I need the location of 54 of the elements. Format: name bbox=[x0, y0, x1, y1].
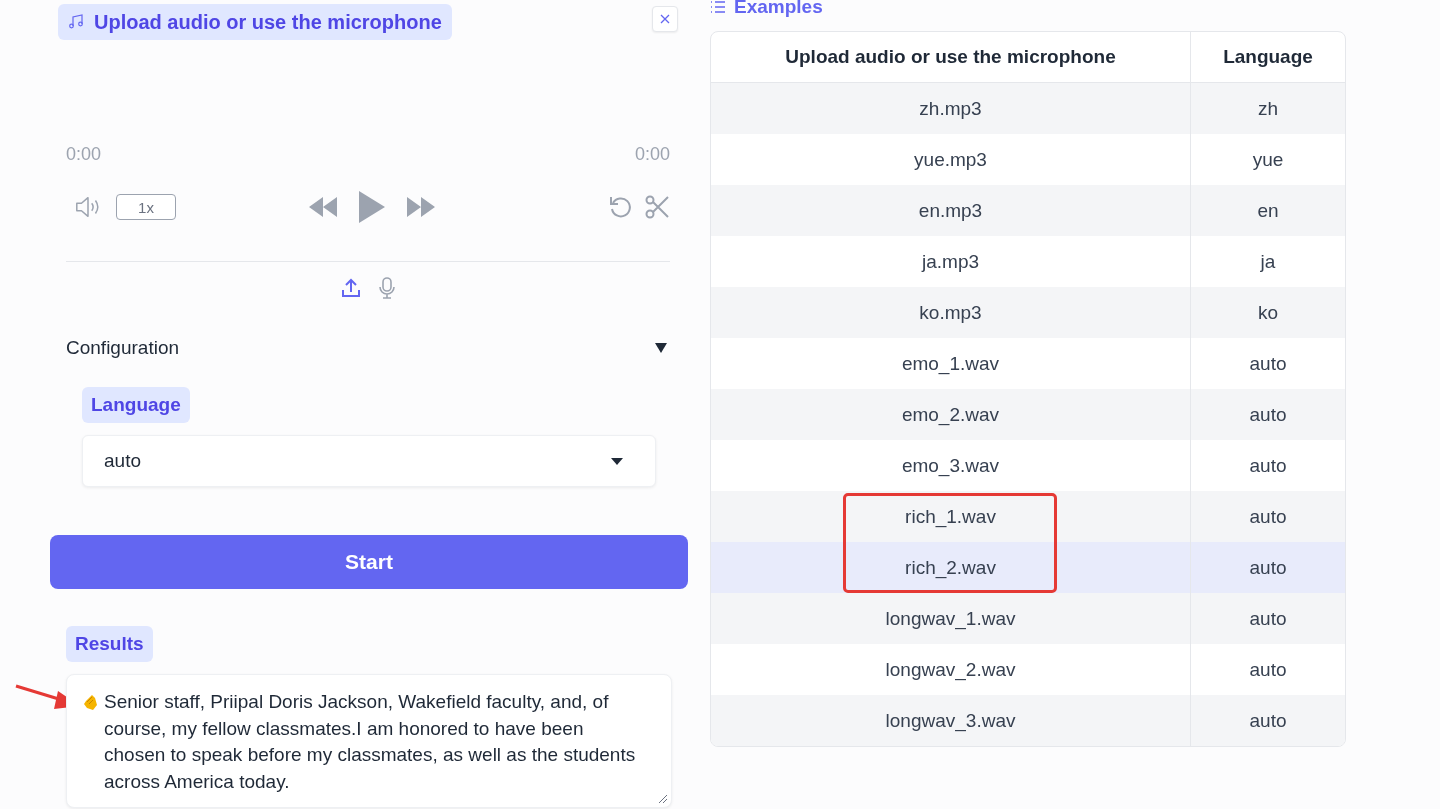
list-icon bbox=[710, 0, 726, 14]
example-row[interactable]: ko.mp3 ko bbox=[711, 287, 1345, 338]
example-row[interactable]: rich_2.wav auto bbox=[711, 542, 1345, 593]
examples-title: Examples bbox=[734, 0, 823, 18]
total-time: 0:00 bbox=[634, 144, 670, 165]
table-cell: emo_2.wav bbox=[711, 389, 1191, 440]
table-cell-text: ko bbox=[1256, 300, 1280, 325]
example-row[interactable]: longwav_3.wav auto bbox=[711, 695, 1345, 746]
table-cell-text: auto bbox=[1248, 453, 1288, 478]
example-row[interactable]: longwav_1.wav auto bbox=[711, 593, 1345, 644]
table-cell-text: auto bbox=[1248, 708, 1288, 733]
table-cell-text: zh bbox=[1256, 96, 1280, 121]
table-cell-text: yue bbox=[1251, 147, 1285, 172]
audio-label-text: Upload audio or use the microphone bbox=[94, 10, 442, 34]
undo-icon[interactable] bbox=[608, 194, 634, 220]
language-dropdown[interactable]: auto bbox=[82, 435, 656, 487]
example-row[interactable]: en.mp3 en bbox=[711, 185, 1345, 236]
current-time: 0:00 bbox=[66, 144, 102, 165]
table-cell: zh.mp3 bbox=[711, 83, 1191, 134]
example-row[interactable]: zh.mp3 zh bbox=[711, 83, 1345, 134]
microphone-icon[interactable] bbox=[376, 277, 398, 299]
table-cell: longwav_3.wav bbox=[711, 695, 1191, 746]
table-cell: ko.mp3 bbox=[711, 287, 1191, 338]
table-cell-text: auto bbox=[1248, 606, 1288, 631]
table-cell-text: auto bbox=[1248, 351, 1288, 376]
upload-icon[interactable] bbox=[340, 277, 362, 299]
dropdown-caret-icon bbox=[611, 457, 623, 465]
resize-handle-icon[interactable] bbox=[658, 794, 668, 804]
table-cell-text: auto bbox=[1248, 504, 1288, 529]
close-icon bbox=[659, 13, 671, 25]
table-cell-text: auto bbox=[1248, 555, 1288, 580]
fast-forward-icon[interactable] bbox=[406, 196, 436, 218]
example-row[interactable]: rich_1.wav auto bbox=[711, 491, 1345, 542]
rewind-icon[interactable] bbox=[308, 196, 338, 218]
table-cell-text: auto bbox=[1248, 657, 1288, 682]
language-label: Language bbox=[82, 387, 190, 423]
table-cell: en.mp3 bbox=[711, 185, 1191, 236]
playback-speed-button[interactable]: 1x bbox=[116, 194, 176, 220]
results-textbox[interactable] bbox=[66, 674, 672, 808]
play-icon[interactable] bbox=[358, 190, 386, 224]
table-cell: longwav_1.wav bbox=[711, 593, 1191, 644]
table-cell-text: en bbox=[1256, 198, 1280, 223]
results-label: Results bbox=[66, 626, 153, 662]
results-text: Senior staff, Priipal Doris Jackson, Wakefield faculty, and, of course, my fellow classmates.I am honored to have been chosen to speak before my classmates, as well as the students across America today. bbox=[104, 690, 637, 794]
scissors-icon[interactable] bbox=[644, 194, 670, 220]
configuration-toggle[interactable]: Configuration bbox=[50, 337, 688, 359]
close-button[interactable] bbox=[652, 6, 678, 32]
example-row[interactable]: emo_2.wav auto bbox=[711, 389, 1345, 440]
start-button[interactable]: Start bbox=[50, 535, 688, 589]
column-header: Upload audio or use the microphone bbox=[711, 32, 1191, 82]
table-cell-text: auto bbox=[1248, 402, 1288, 427]
table-cell-text: ja bbox=[1259, 249, 1277, 274]
music-note-icon bbox=[68, 14, 84, 30]
column-header: Language bbox=[1222, 45, 1314, 69]
